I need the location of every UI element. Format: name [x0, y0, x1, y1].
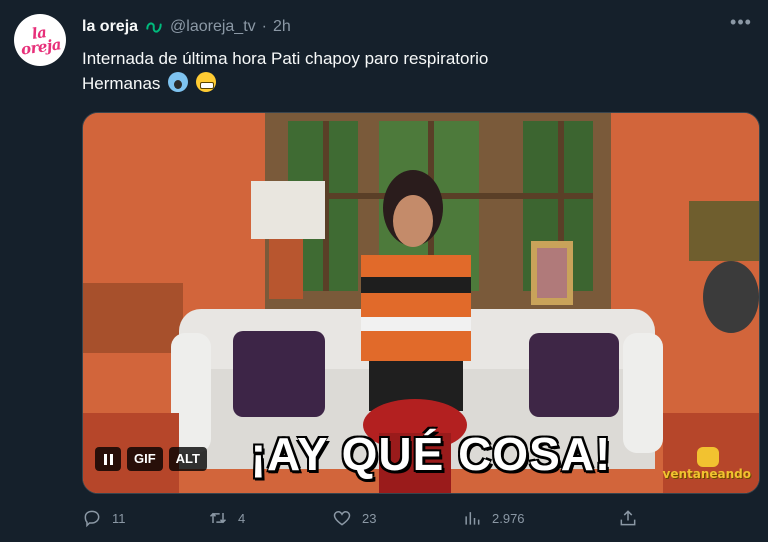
like-count: 23	[362, 510, 377, 526]
pause-icon[interactable]	[95, 447, 121, 471]
tweet-text: Internada de última hora Pati chapoy par…	[82, 46, 742, 96]
gif-badge: GIF	[127, 447, 163, 471]
avatar[interactable]: la oreja	[14, 14, 66, 66]
screaming-face-emoji-icon	[168, 72, 189, 92]
like-button[interactable]: 23	[332, 508, 376, 528]
gif-controls: GIF ALT	[95, 447, 207, 471]
grimacing-face-emoji-icon	[195, 72, 216, 92]
heart-icon	[333, 510, 351, 526]
tweet[interactable]: la oreja la oreja @laoreja_tv · 2h ••• I…	[0, 0, 768, 542]
reply-button[interactable]: 11	[82, 508, 126, 528]
gif-caption: ¡AY QUÉ COSA!	[250, 428, 612, 480]
tweet-header: la oreja @laoreja_tv · 2h	[82, 16, 291, 38]
views-button[interactable]: 2.976	[462, 508, 525, 528]
more-horizontal-icon[interactable]: •••	[728, 13, 754, 36]
handle[interactable]: @laoreja_tv	[170, 18, 256, 36]
verified-badge-icon[interactable]	[144, 17, 164, 37]
retweet-button[interactable]: 4	[208, 508, 245, 528]
tweet-actions: 11 4 23 2.976	[82, 508, 642, 532]
reply-count: 11	[112, 510, 126, 526]
views-chart-icon	[465, 512, 480, 525]
reply-icon	[84, 510, 100, 528]
display-name[interactable]: la oreja	[82, 18, 138, 36]
avatar-logo: la oreja	[19, 23, 63, 59]
tweet-text-line-1: Internada de última hora Pati chapoy par…	[82, 49, 489, 68]
share-button[interactable]	[618, 508, 638, 528]
share-icon	[620, 510, 636, 526]
timestamp[interactable]: 2h	[273, 18, 291, 36]
tweet-text-line-2: Hermanas	[82, 71, 742, 96]
separator: ·	[261, 18, 267, 35]
retweet-icon	[209, 512, 227, 524]
retweet-count: 4	[238, 510, 246, 526]
views-count: 2.976	[492, 510, 525, 526]
watermark: ventaneando	[662, 467, 752, 481]
watermark-logo-icon	[697, 447, 719, 467]
alt-text-button[interactable]: ALT	[168, 447, 207, 471]
gif-media[interactable]: ¡AY QUÉ COSA! ventaneando GIF ALT	[82, 112, 760, 494]
tweet-text-line-2-words: Hermanas	[82, 74, 161, 93]
